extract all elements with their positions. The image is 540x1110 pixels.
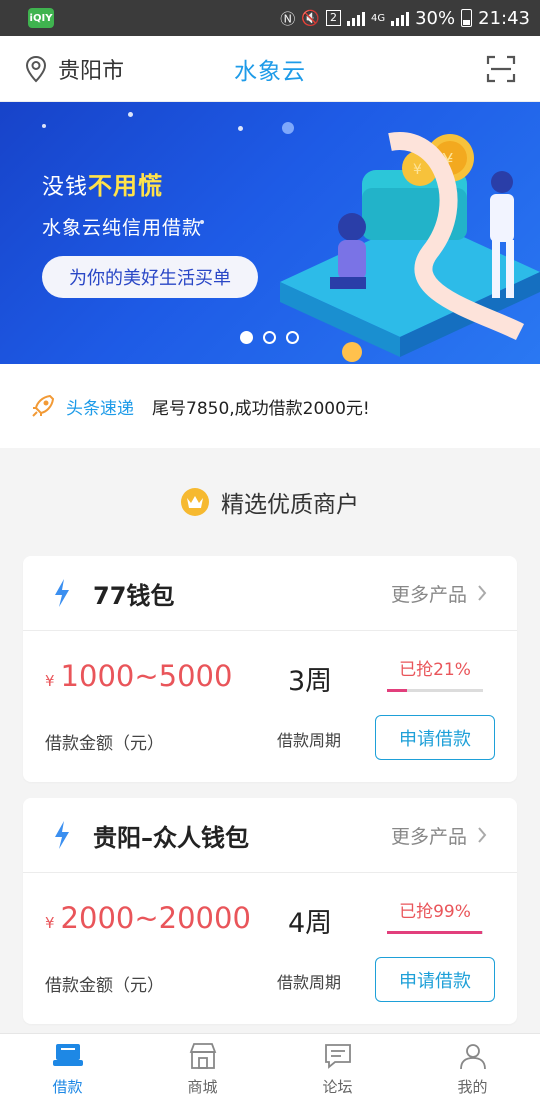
product-card: 贵阳–众人钱包 更多产品 ¥2000~20000 4周 已抢99% 借款金额（元… [23, 798, 517, 1024]
banner-subheadline: 水象云纯信用借款 [42, 217, 203, 239]
promo-banner[interactable]: ¥ ¥ 没钱不用慌 水象云纯信用借款 为你的美好生活买单 [0, 102, 540, 364]
sim-badge: 2 [325, 10, 341, 26]
carousel-dot-1[interactable] [240, 331, 253, 344]
iqiyi-notification-icon: iQIY [28, 8, 54, 28]
svg-text:¥: ¥ [413, 162, 422, 178]
location-selector[interactable]: 贵阳市 [24, 53, 124, 85]
clock: 21:43 [478, 7, 530, 29]
banner-cta-button[interactable]: 为你的美好生活买单 [42, 256, 258, 298]
finance-illustration: ¥ ¥ [280, 132, 540, 362]
banner-headline: 没钱不用慌 [42, 172, 164, 200]
scan-icon[interactable] [486, 55, 516, 83]
crown-icon [181, 488, 209, 516]
loan-amount-range: ¥2000~20000 [45, 901, 251, 935]
product-card-header[interactable]: 贵阳–众人钱包 更多产品 [23, 798, 517, 873]
top-nav: 贵阳市 水象云 [0, 36, 540, 102]
grab-progress-fill [387, 689, 408, 692]
grab-progress-fill [387, 931, 483, 934]
news-ticker[interactable]: 头条速递 尾号7850,成功借款2000元! [0, 364, 540, 448]
star-decoration [128, 112, 133, 117]
amount-label: 借款金额（元） [45, 976, 164, 996]
chevron-right-icon [478, 585, 487, 601]
tab-label: 商城 [187, 1078, 218, 1096]
grab-progress-bar [387, 931, 483, 934]
tab-shop[interactable]: 商城 [135, 1034, 270, 1110]
status-bar: iQIY Ⓝ 🔇 2 4G 30% 21:43 [0, 0, 540, 36]
apply-loan-button[interactable]: 申请借款 [375, 957, 495, 1002]
network-type: 4G [370, 12, 386, 24]
location-label: 贵阳市 [58, 58, 125, 84]
tab-label: 我的 [457, 1078, 488, 1096]
apply-loan-button[interactable]: 申请借款 [375, 715, 495, 760]
section-title: 精选优质商户 [221, 492, 359, 518]
loan-icon [52, 1044, 83, 1066]
lightning-icon [55, 821, 69, 849]
forum-icon [324, 1044, 351, 1069]
tab-label: 借款 [52, 1078, 83, 1096]
bottom-tab-bar: 借款 商城 论坛 我的 [0, 1033, 540, 1110]
period-label: 借款周期 [277, 973, 342, 992]
ticker-message: 尾号7850,成功借款2000元! [152, 398, 370, 419]
amount-label: 借款金额（元） [45, 734, 164, 754]
tab-forum[interactable]: 论坛 [270, 1034, 405, 1110]
carousel-dot-3[interactable] [286, 331, 299, 344]
loan-amount-range: ¥1000~5000 [45, 659, 233, 693]
chevron-right-icon [478, 827, 487, 843]
section-header: 精选优质商户 [0, 448, 540, 556]
loan-period: 3周 [288, 666, 333, 697]
grab-percentage: 已抢21% [399, 660, 471, 680]
carousel-indicator [240, 331, 299, 344]
battery-icon [461, 9, 473, 27]
profile-icon [459, 1044, 486, 1070]
shop-icon [189, 1043, 216, 1069]
more-products-link[interactable]: 更多产品 [391, 580, 487, 607]
rocket-icon [32, 394, 55, 417]
grab-progress-bar [387, 689, 483, 692]
product-name: 77钱包 [93, 581, 175, 610]
ticker-tag: 头条速递 [66, 398, 134, 419]
loan-period: 4周 [288, 908, 333, 939]
lightning-icon [55, 579, 69, 607]
grab-percentage: 已抢99% [399, 902, 471, 922]
battery-percent: 30% [415, 7, 456, 29]
tab-loan[interactable]: 借款 [0, 1034, 135, 1110]
mute-icon: 🔇 [301, 9, 320, 27]
app-title: 水象云 [234, 58, 306, 85]
location-pin-icon [25, 55, 47, 82]
more-products-link[interactable]: 更多产品 [391, 822, 487, 849]
product-card: 77钱包 更多产品 ¥1000~5000 3周 已抢21% 借款金额（元） 借款… [23, 556, 517, 782]
star-decoration [42, 124, 46, 128]
product-name: 贵阳–众人钱包 [93, 823, 249, 852]
carousel-dot-2[interactable] [263, 331, 276, 344]
signal-icon-2 [391, 10, 410, 26]
tab-label: 论坛 [322, 1078, 353, 1096]
signal-icon [346, 10, 365, 26]
product-card-header[interactable]: 77钱包 更多产品 [23, 556, 517, 631]
tab-profile[interactable]: 我的 [405, 1034, 540, 1110]
nfc-icon: Ⓝ [280, 9, 296, 28]
period-label: 借款周期 [277, 731, 342, 750]
star-decoration [238, 126, 243, 131]
